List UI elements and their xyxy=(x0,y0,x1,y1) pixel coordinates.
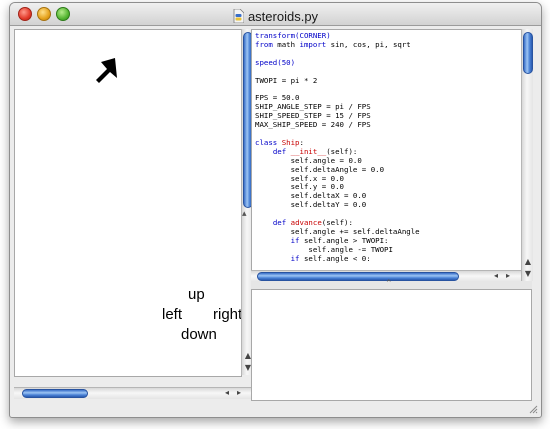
code-line[interactable]: if self.angle < 0: xyxy=(255,254,420,264)
ship-arrow-icon xyxy=(96,58,117,83)
code-line[interactable]: speed(50) xyxy=(255,58,420,68)
code-line[interactable]: MAX_SHIP_SPEED = 240 / FPS xyxy=(255,120,420,130)
code-editor[interactable]: transform(CORNER) from math import sin, c… xyxy=(251,29,532,283)
window-title-area: asteroids.py xyxy=(10,6,541,24)
editor-scroll-right-arrow[interactable]: ▸ xyxy=(503,271,513,281)
canvas-scroll-right-arrow[interactable]: ▸ xyxy=(234,388,244,398)
canvas-horizontal-scroll-thumb[interactable] xyxy=(22,389,88,398)
editor-vertical-scrollbar[interactable]: ▲ ▼ xyxy=(521,29,533,281)
python-file-icon xyxy=(233,9,244,23)
canvas-horizontal-scrollbar[interactable]: ◂ ▸ xyxy=(14,387,252,399)
title-bar[interactable]: asteroids.py xyxy=(10,3,541,26)
control-left-label: left xyxy=(162,306,183,323)
content-area: up left right down ▲ ▼ ▴ ◂ ▸ transform(C… xyxy=(14,29,537,401)
canvas-scroll-left-arrow[interactable]: ◂ xyxy=(222,388,232,398)
control-down-label: down xyxy=(181,326,217,343)
code-line[interactable]: TWOPI = pi * 2 xyxy=(255,76,420,86)
drawing-canvas[interactable]: up left right down xyxy=(14,29,242,377)
code-line[interactable]: from math import sin, cos, pi, sqrt xyxy=(255,40,420,50)
code-text[interactable]: transform(CORNER) from math import sin, c… xyxy=(255,31,420,264)
window-title: asteroids.py xyxy=(247,9,319,24)
control-right-label: right xyxy=(213,306,242,323)
editor-horizontal-scroll-thumb[interactable] xyxy=(257,272,459,281)
split-handle-caret: ⌃ xyxy=(385,279,393,289)
output-pane[interactable] xyxy=(251,289,532,401)
split-up-arrow[interactable]: ▴ xyxy=(242,209,247,219)
editor-vertical-scroll-thumb[interactable] xyxy=(523,32,533,74)
editor-scroll-left-arrow[interactable]: ◂ xyxy=(491,271,501,281)
control-up-label: up xyxy=(188,286,205,303)
code-line[interactable]: self.deltaY = 0.0 xyxy=(255,200,420,210)
editor-scroll-down-arrow[interactable]: ▼ xyxy=(523,269,533,279)
app-window: asteroids.py up left right down ▲ ▼ ▴ ◂ … xyxy=(9,2,542,418)
resize-grip-icon[interactable] xyxy=(528,404,538,414)
split-view-handle[interactable]: ⌃ xyxy=(251,279,532,289)
editor-scroll-up-arrow[interactable]: ▲ xyxy=(523,257,533,267)
